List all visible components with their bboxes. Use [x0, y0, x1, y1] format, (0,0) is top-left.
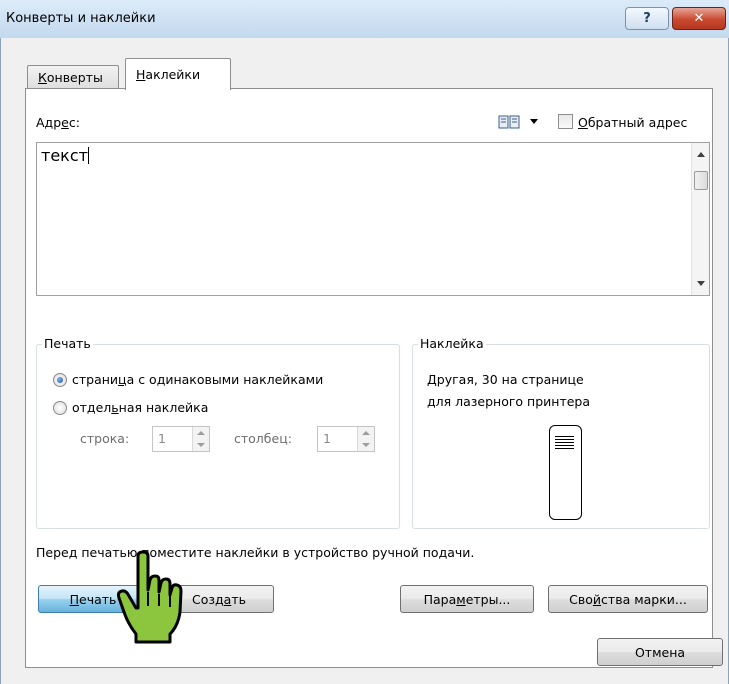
- radio-same-labels-page-label[interactable]: страница с одинаковыми наклейками: [72, 372, 323, 387]
- title-bar: Конверты и наклейки ? ✕: [0, 0, 729, 39]
- row-value: 1: [158, 431, 166, 446]
- tab-envelopes[interactable]: Конверты: [27, 65, 119, 89]
- hand-cursor-icon: [116, 550, 183, 644]
- window-title: Конверты и наклейки: [6, 11, 156, 26]
- text-caret: [87, 147, 89, 164]
- column-down-icon[interactable]: [362, 443, 370, 447]
- address-text: текст: [41, 146, 88, 165]
- row-label: строка:: [80, 431, 130, 446]
- column-value: 1: [323, 431, 331, 446]
- row-down-icon[interactable]: [197, 443, 205, 447]
- address-textarea[interactable]: текст: [36, 142, 710, 296]
- help-button[interactable]: ?: [625, 7, 669, 30]
- close-icon: ✕: [693, 11, 705, 26]
- close-button[interactable]: ✕: [672, 7, 726, 30]
- manual-feed-hint: Перед печатью поместите наклейки в устро…: [36, 545, 475, 560]
- print-group-title: Печать: [42, 336, 93, 351]
- label-product-line1: Другая, 30 на странице: [427, 372, 584, 387]
- scroll-down-icon[interactable]: [697, 281, 705, 286]
- tab-labels[interactable]: Наклейки: [125, 58, 231, 90]
- row-spinner[interactable]: 1: [152, 426, 210, 452]
- cancel-button[interactable]: Отмена: [597, 638, 723, 666]
- row-up-icon[interactable]: [197, 431, 205, 435]
- options-button[interactable]: Пара м етры...: [400, 585, 534, 613]
- help-icon: ?: [643, 11, 651, 26]
- scroll-thumb[interactable]: [694, 171, 708, 190]
- scroll-up-icon[interactable]: [697, 152, 705, 157]
- stamp-properties-button[interactable]: Сво й ства марки...: [548, 585, 708, 613]
- address-scrollbar[interactable]: [691, 143, 709, 295]
- radio-same-labels-page[interactable]: [53, 373, 67, 387]
- column-label: столбец:: [234, 431, 292, 446]
- radio-single-label-label[interactable]: отдельная наклейка: [72, 400, 208, 415]
- address-book-icon[interactable]: [498, 115, 520, 129]
- label-product-line2: для лазерного принтера: [427, 394, 591, 409]
- column-up-icon[interactable]: [362, 431, 370, 435]
- dialog-body: Конверты Наклейки Адрес: Обратный адрес …: [0, 38, 729, 684]
- address-label: Адрес:: [36, 115, 80, 130]
- label-group[interactable]: Наклейка Другая, 30 на странице для лазе…: [412, 336, 710, 529]
- return-address-checkbox[interactable]: [558, 114, 573, 129]
- address-book-dropdown-icon[interactable]: [530, 119, 538, 124]
- radio-single-label[interactable]: [53, 401, 67, 415]
- print-group: Печать страница с одинаковыми наклейками…: [36, 336, 400, 529]
- return-address-label[interactable]: Обратный адрес: [578, 115, 687, 130]
- column-spinner[interactable]: 1: [317, 426, 375, 452]
- label-group-title: Наклейка: [418, 336, 486, 351]
- label-preview-image[interactable]: [549, 425, 582, 520]
